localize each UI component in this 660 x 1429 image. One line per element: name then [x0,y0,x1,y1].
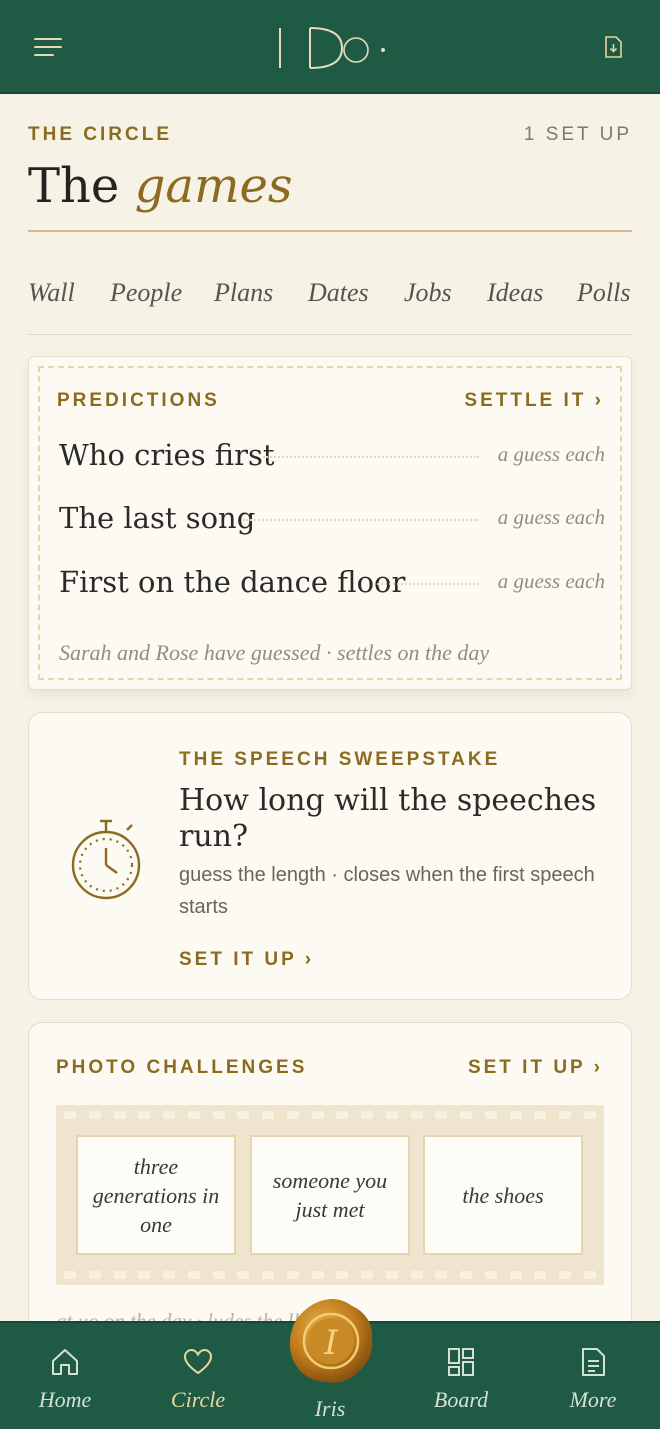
wax-seal-icon[interactable]: I [286,1296,376,1386]
speech-sweepstake-card: THE SPEECH SWEEPSTAKE How long will the … [28,712,632,1000]
grid-icon [448,1348,474,1376]
tab-ideas[interactable]: Ideas [487,278,543,308]
predictions-card: PREDICTIONS SETTLE IT › Who cries first … [28,356,632,690]
prediction-item[interactable]: Who cries first a guess each [59,438,605,478]
sweepstake-description: guess the length · closes when the first… [179,864,595,918]
dotted-leader [377,583,479,585]
nav-home-label: Home [38,1387,92,1412]
tab-jobs[interactable]: Jobs [404,278,452,308]
photo-challenges-card: PHOTO CHALLENGES SET IT UP › three gener… [28,1022,632,1342]
film-strip: three generations in one someone you jus… [56,1105,604,1285]
nav-more[interactable]: More [538,1323,648,1429]
sweepstake-label: THE SPEECH SWEEPSTAKE [179,749,501,770]
section-tabs: Wall People Plans Dates Jobs Ideas Polls [28,278,632,318]
tab-polls[interactable]: Polls [577,278,630,308]
hamburger-menu-icon[interactable] [34,38,62,58]
prediction-hint: a guess each [497,569,605,593]
nav-more-label: More [569,1387,617,1412]
nav-circle[interactable]: Circle [143,1323,253,1429]
page-header: THE CIRCLE 1 SET UP The games [28,124,632,214]
dotted-leader [243,519,479,521]
seal-letter: I [323,1323,338,1363]
predictions-dashed-frame: PREDICTIONS SETTLE IT › Who cries first … [38,366,622,680]
film-perforations-bottom [64,1271,596,1279]
prediction-item[interactable]: The last song a guess each [59,501,605,541]
header-divider [28,230,632,232]
nav-circle-label: Circle [170,1387,226,1412]
page-title-plain: The [28,158,120,214]
sweepstake-title: How long will the speeches run? [179,783,597,854]
tab-wall[interactable]: Wall [28,278,75,308]
document-download-icon[interactable] [604,36,622,58]
photo-challenges-set-it-up-link[interactable]: SET IT UP › [468,1057,603,1079]
page-title-italic: games [134,158,293,214]
prediction-item[interactable]: First on the dance floor a guess each [59,565,605,605]
nav-board-label: Board [433,1387,489,1412]
tab-dates[interactable]: Dates [308,278,369,308]
photo-challenge-frame[interactable]: someone you just met [250,1135,410,1255]
home-icon [52,1349,78,1375]
tabs-divider [28,334,632,335]
predictions-footer: Sarah and Rose have guessed · settles on… [59,640,490,665]
prediction-question: Who cries first [59,438,275,472]
predictions-label: PREDICTIONS [57,390,220,411]
top-bar [0,0,660,94]
nav-iris-label[interactable]: Iris [290,1396,370,1422]
prediction-question: First on the dance floor [59,565,406,599]
nav-home[interactable]: Home [10,1323,120,1429]
settle-it-link[interactable]: SETTLE IT › [464,390,604,412]
dotted-leader [263,456,479,458]
setup-count: 1 SET UP [523,124,632,145]
sweepstake-set-it-up-link[interactable]: SET IT UP › [179,949,314,971]
photo-challenges-label: PHOTO CHALLENGES [56,1057,308,1078]
document-icon [582,1348,605,1376]
photo-challenge-frame[interactable]: three generations in one [76,1135,236,1255]
app-logo [279,27,385,69]
prediction-hint: a guess each [497,442,605,466]
film-perforations-top [64,1111,596,1119]
page-title: The games [28,158,632,214]
nav-board[interactable]: Board [406,1323,516,1429]
tab-plans[interactable]: Plans [214,278,273,308]
photo-challenge-frame[interactable]: the shoes [423,1135,583,1255]
heart-icon [183,1348,213,1375]
tab-people[interactable]: People [110,278,182,308]
stopwatch-icon [71,819,141,900]
prediction-question: The last song [59,501,256,535]
prediction-hint: a guess each [497,505,605,529]
